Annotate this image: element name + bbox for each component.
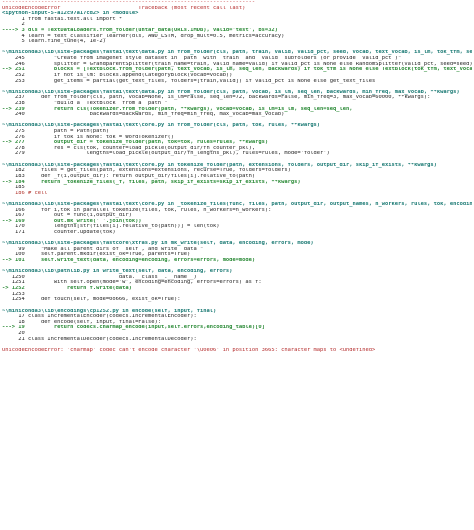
traceback-output: ----------------------------------------… [0,0,474,530]
exception-message: UnicodeEncodeError: 'charmap' codec can'… [2,347,376,353]
